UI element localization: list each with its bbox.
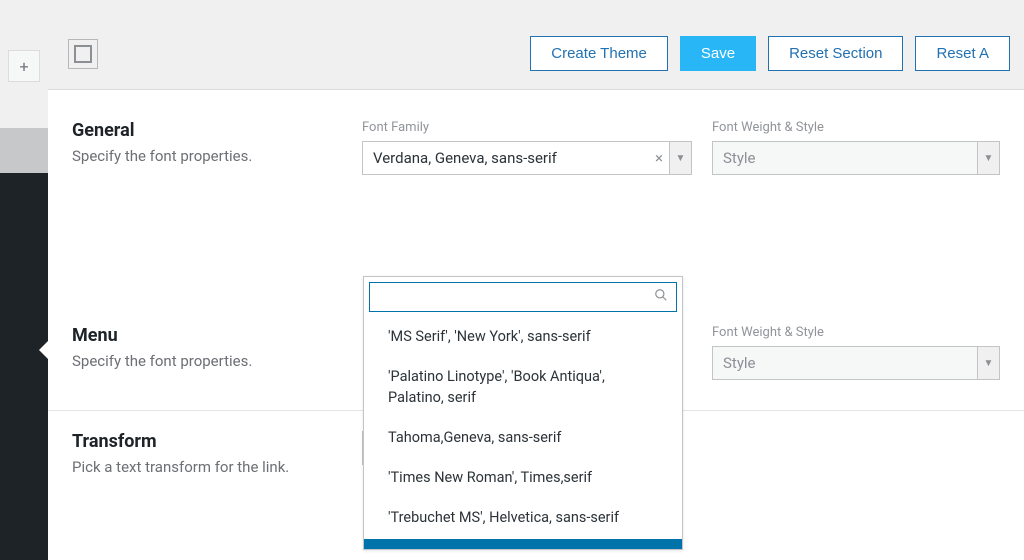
theme-settings-panel: General Specify the font properties. Fon… — [48, 90, 1024, 560]
dropdown-option[interactable]: Verdana, Geneva, sans-serif — [364, 539, 682, 549]
create-theme-button[interactable]: Create Theme — [530, 36, 668, 71]
section-desc-menu: Specify the font properties. — [72, 352, 338, 370]
font-family-dropdown: 'MS Serif', 'New York', sans-serif 'Pala… — [363, 276, 683, 550]
font-weight-style-placeholder: Style — [713, 149, 977, 167]
font-weight-style-select-menu[interactable]: Style ▼ — [712, 346, 1000, 380]
dropdown-options-list[interactable]: 'MS Serif', 'New York', sans-serif 'Pala… — [364, 317, 682, 549]
font-weight-style-label: Font Weight & Style — [712, 325, 1000, 340]
theme-layout-icon[interactable] — [68, 39, 98, 69]
section-title-transform: Transform — [72, 431, 338, 452]
font-family-label: Font Family — [362, 120, 692, 135]
dropdown-option[interactable]: 'Times New Roman', Times,serif — [364, 458, 682, 498]
toolbar: Create Theme Save Reset Section Reset A — [48, 28, 1024, 90]
dropdown-option[interactable]: Tahoma,Geneva, sans-serif — [364, 418, 682, 458]
section-title-menu: Menu — [72, 325, 338, 346]
font-weight-style-placeholder: Style — [713, 354, 977, 372]
section-title-general: General — [72, 120, 338, 141]
search-icon — [654, 288, 668, 306]
font-family-select[interactable]: Verdana, Geneva, sans-serif × ▼ — [362, 141, 692, 175]
section-desc-transform: Pick a text transform for the link. — [72, 458, 338, 476]
section-desc-general: Specify the font properties. — [72, 147, 338, 165]
clear-icon[interactable]: × — [649, 149, 669, 167]
reset-all-button[interactable]: Reset A — [915, 36, 1010, 71]
add-button[interactable]: + — [8, 50, 40, 82]
font-family-value: Verdana, Geneva, sans-serif — [363, 149, 649, 167]
dropdown-search[interactable] — [369, 282, 677, 312]
admin-sidebar — [0, 0, 48, 560]
dropdown-search-input[interactable] — [378, 289, 654, 305]
chevron-down-icon[interactable]: ▼ — [977, 142, 999, 174]
font-weight-style-label: Font Weight & Style — [712, 120, 1000, 135]
dropdown-option[interactable]: 'Palatino Linotype', 'Book Antiqua', Pal… — [364, 357, 682, 418]
font-weight-style-select[interactable]: Style ▼ — [712, 141, 1000, 175]
chevron-down-icon[interactable]: ▼ — [669, 142, 691, 174]
reset-section-button[interactable]: Reset Section — [768, 36, 903, 71]
dropdown-option[interactable]: 'Trebuchet MS', Helvetica, sans-serif — [364, 498, 682, 538]
row-general: General Specify the font properties. Fon… — [72, 120, 1000, 205]
dropdown-option[interactable]: 'MS Serif', 'New York', sans-serif — [364, 317, 682, 357]
chevron-down-icon[interactable]: ▼ — [977, 347, 999, 379]
save-button[interactable]: Save — [680, 36, 756, 71]
